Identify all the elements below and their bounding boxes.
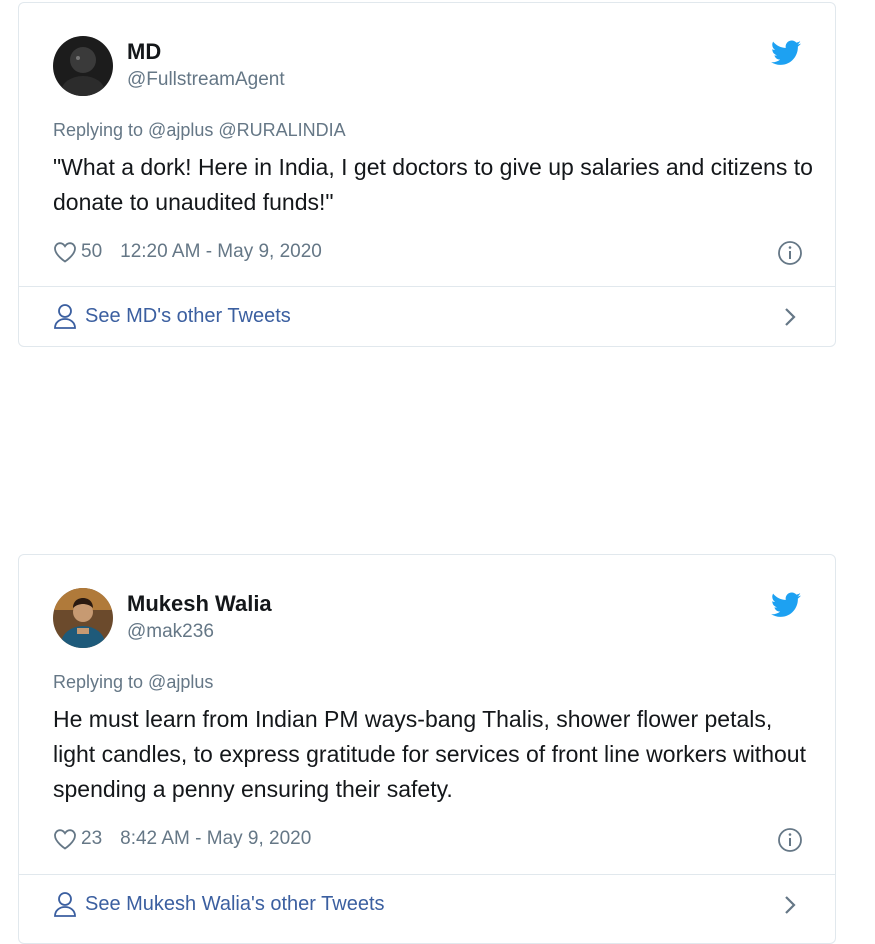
chevron-right-icon[interactable] [783, 306, 797, 328]
user-handle[interactable]: @mak236 [127, 621, 214, 643]
heart-icon[interactable] [53, 241, 77, 263]
user-handle[interactable]: @FullstreamAgent [127, 69, 285, 91]
tweet-meta: 50 12:20 AM - May 9, 2020 [53, 241, 322, 263]
like-count[interactable]: 50 [81, 241, 102, 263]
avatar[interactable] [53, 36, 113, 96]
display-name[interactable]: MD [127, 39, 161, 65]
user-icon [54, 892, 76, 917]
replying-to: Replying to @ajplus @RURALINDIA [53, 120, 346, 140]
chevron-right-icon[interactable] [783, 894, 797, 916]
twitter-bird-icon[interactable] [771, 40, 801, 66]
divider [19, 874, 835, 875]
like-count[interactable]: 23 [81, 828, 102, 850]
twitter-bird-icon[interactable] [771, 592, 801, 618]
info-icon[interactable] [777, 827, 803, 853]
display-name[interactable]: Mukesh Walia [127, 591, 272, 617]
divider [19, 286, 835, 287]
avatar[interactable] [53, 588, 113, 648]
user-icon [54, 304, 76, 329]
info-icon[interactable] [777, 240, 803, 266]
tweet-text: "What a dork! Here in India, I get docto… [53, 154, 813, 215]
see-other-tweets-link[interactable]: See Mukesh Walia's other Tweets [53, 891, 385, 917]
tweet-text: He must learn from Indian PM ways-bang T… [53, 706, 806, 802]
heart-icon[interactable] [53, 828, 77, 850]
tweet-card[interactable]: MD @FullstreamAgent Replying to @ajplus … [18, 2, 836, 347]
see-other-tweets-label[interactable]: See Mukesh Walia's other Tweets [85, 893, 385, 916]
tweet-meta: 23 8:42 AM - May 9, 2020 [53, 828, 311, 850]
see-other-tweets-label[interactable]: See MD's other Tweets [85, 305, 291, 328]
replying-to: Replying to @ajplus [53, 672, 214, 692]
see-other-tweets-link[interactable]: See MD's other Tweets [53, 303, 291, 329]
tweet-timestamp[interactable]: 12:20 AM - May 9, 2020 [120, 241, 322, 263]
tweet-card[interactable]: Mukesh Walia @mak236 Replying to @ajplus… [18, 554, 836, 944]
tweet-timestamp[interactable]: 8:42 AM - May 9, 2020 [120, 828, 311, 850]
